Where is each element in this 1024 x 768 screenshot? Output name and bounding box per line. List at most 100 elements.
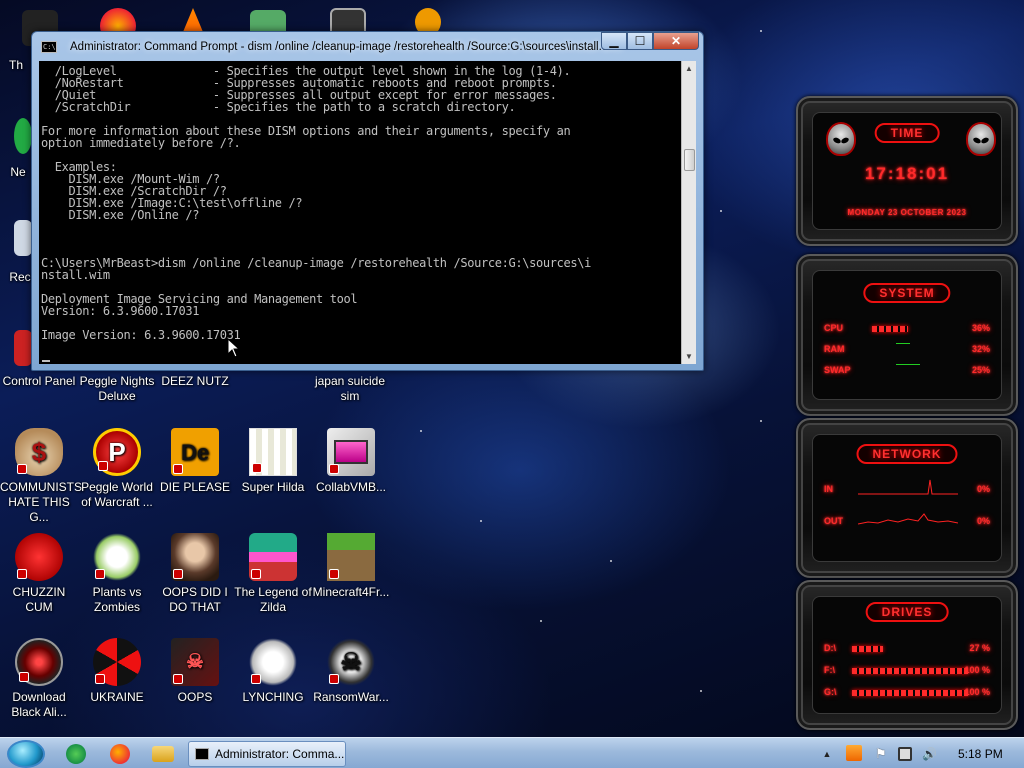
- volume-icon[interactable]: 🔊: [922, 747, 937, 761]
- desktop-icon-label: Plants vs Zombies: [92, 585, 142, 614]
- stat-label: G:\: [824, 687, 837, 697]
- console-output[interactable]: /LogLevel - Specifies the output level s…: [39, 61, 690, 364]
- desktop-icon-control-panel[interactable]: Control Panel: [0, 374, 78, 389]
- desktop-icon-ukraine[interactable]: UKRAINE: [78, 638, 156, 705]
- ram-stat: RAM 32%: [824, 343, 990, 356]
- desktop-icon-label: OOPS: [177, 690, 213, 704]
- taskbar-item-command-prompt[interactable]: Administrator: Comma...: [188, 741, 346, 767]
- desktop-icon-zilda[interactable]: The Legend of Zilda: [234, 533, 312, 615]
- taskbar-item-label: Administrator: Comma...: [215, 747, 345, 761]
- tray-app-icon[interactable]: [846, 745, 862, 761]
- desktop-icon-lynching[interactable]: LYNCHING: [234, 638, 312, 705]
- die-please-icon: De: [171, 428, 219, 476]
- drive-d-stat: D:\ 27 %: [824, 643, 990, 655]
- money-bag-icon: $: [15, 428, 63, 476]
- minimize-icon: ▁: [609, 34, 619, 48]
- command-prompt-window[interactable]: C:\ Administrator: Command Prompt - dism…: [31, 31, 704, 371]
- stat-label: IN: [824, 484, 833, 494]
- network-gadget-label: NETWORK: [856, 444, 958, 464]
- desktop-icon-label: Peggle World of Warcraft ...: [81, 480, 153, 509]
- partial-desktop-icon[interactable]: [14, 330, 32, 366]
- stat-value: 32%: [971, 344, 990, 354]
- stat-label: OUT: [824, 516, 843, 526]
- drive-g-bar: [852, 690, 968, 696]
- desktop-icon-label: COMMUNISTS HATE THIS G...: [0, 480, 82, 524]
- lynching-icon: [249, 638, 297, 686]
- stat-value: 100 %: [964, 687, 990, 697]
- maximize-button[interactable]: ☐: [627, 32, 653, 50]
- partial-desktop-icon[interactable]: [14, 118, 32, 154]
- network-in-graph: [858, 479, 958, 495]
- time-gadget-label: TIME: [874, 123, 940, 143]
- network-out-stat: OUT 0%: [824, 513, 990, 528]
- drive-f-stat: F:\ 100 %: [824, 665, 990, 677]
- desktop-icon-japan-sim[interactable]: japan suicide sim: [311, 374, 389, 404]
- vertical-scrollbar[interactable]: ▲ ▼: [681, 61, 696, 364]
- swap-bar: [872, 364, 972, 374]
- mouse-pointer-icon: [227, 338, 241, 358]
- start-button[interactable]: [7, 740, 45, 768]
- gadget-date: MONDAY 23 OCTOBER 2023: [847, 208, 967, 217]
- network-out-graph: [858, 513, 958, 525]
- taskbar-clock[interactable]: 5:18 PM: [958, 747, 1003, 761]
- desktop-icon-peggle-wow[interactable]: P Peggle World of Warcraft ...: [78, 428, 156, 510]
- chuzzle-icon: [15, 533, 63, 581]
- desktop-icon-die-please[interactable]: De DIE PLEASE: [156, 428, 234, 495]
- action-center-flag-icon[interactable]: ⚑: [875, 747, 889, 761]
- desktop-icon-minecraft[interactable]: Minecraft4Fr...: [312, 533, 390, 600]
- time-gadget[interactable]: TIME 17:18:01 MONDAY 23 OCTOBER 2023: [796, 96, 1018, 246]
- zilda-icon: [249, 533, 297, 581]
- minimize-button[interactable]: ▁: [601, 32, 627, 50]
- scroll-up-icon[interactable]: ▲: [682, 61, 696, 76]
- plants-vs-zombies-icon: [93, 533, 141, 581]
- close-button[interactable]: ✕: [653, 32, 699, 50]
- ram-bar: [872, 343, 972, 353]
- desktop-icon-ransomware[interactable]: ☠ RansomWar...: [312, 638, 390, 705]
- cmd-icon: [195, 748, 209, 760]
- scroll-down-icon[interactable]: ▼: [682, 349, 696, 364]
- network-icon[interactable]: [898, 747, 912, 761]
- gadget-clock: 17:18:01: [864, 164, 950, 183]
- desktop-icon-label: RansomWar...: [313, 690, 389, 704]
- alien-head-icon: [966, 122, 996, 156]
- chat-app-icon[interactable]: [66, 744, 86, 764]
- desktop-icon-peggle-nights[interactable]: Peggle Nights Deluxe: [78, 374, 156, 404]
- desktop-icon-label: Minecraft4Fr...: [312, 585, 390, 599]
- minecraft-icon: [327, 533, 375, 581]
- drive-g-stat: G:\ 100 %: [824, 687, 990, 699]
- desktop-icon-oops-did-i[interactable]: OOPS DID I DO THAT: [156, 533, 234, 615]
- desktop-icon-label: Download Black Ali...: [11, 690, 67, 719]
- portrait-icon: [171, 533, 219, 581]
- folder-icon[interactable]: [152, 746, 174, 762]
- alien-head-icon: [826, 122, 856, 156]
- super-hilda-icon: [249, 428, 297, 476]
- desktop-icon-deez-nutz[interactable]: DEEZ NUTZ: [156, 374, 234, 389]
- drives-gadget-label: DRIVES: [865, 602, 949, 622]
- desktop-icon-pvz[interactable]: Plants vs Zombies: [78, 533, 156, 615]
- desktop-icon-collabvm[interactable]: CollabVMB...: [312, 428, 390, 495]
- cpu-bar: [872, 326, 972, 332]
- system-gadget[interactable]: SYSTEM CPU 36% RAM 32% SWAP 25%: [796, 254, 1018, 416]
- stat-value: 27 %: [969, 643, 990, 653]
- desktop-icon-chuzzle[interactable]: CHUZZIN CUM: [0, 533, 78, 615]
- stat-value: 0%: [976, 484, 990, 494]
- drives-gadget[interactable]: DRIVES D:\ 27 % F:\ 100 % G:\ 100 %: [796, 580, 1018, 730]
- stat-value: 25%: [971, 365, 990, 375]
- desktop-icon-communists[interactable]: $ COMMUNISTS HATE THIS G...: [0, 428, 82, 525]
- drive-f-bar: [852, 668, 968, 674]
- window-titlebar[interactable]: C:\ Administrator: Command Prompt - dism…: [32, 32, 703, 60]
- stat-value: 100 %: [964, 665, 990, 675]
- desktop-icon-label: Peggle Nights Deluxe: [79, 374, 155, 403]
- show-hidden-icons-icon[interactable]: ▲: [820, 747, 834, 761]
- desktop-icon-black-alien[interactable]: Download Black Ali...: [0, 638, 78, 720]
- network-gadget[interactable]: NETWORK IN 0% OUT 0%: [796, 418, 1018, 578]
- stat-label: RAM: [824, 344, 845, 354]
- scrollbar-thumb[interactable]: [684, 149, 695, 171]
- firefox-taskbar-icon[interactable]: [110, 744, 130, 764]
- partial-desktop-icon[interactable]: [14, 220, 32, 256]
- stat-value: 36%: [971, 323, 990, 333]
- desktop-icon-super-hilda[interactable]: Super Hilda: [234, 428, 312, 495]
- desktop-icon-oops[interactable]: ☠ OOPS: [156, 638, 234, 705]
- black-alien-icon: [15, 638, 63, 686]
- stat-label: CPU: [824, 323, 844, 333]
